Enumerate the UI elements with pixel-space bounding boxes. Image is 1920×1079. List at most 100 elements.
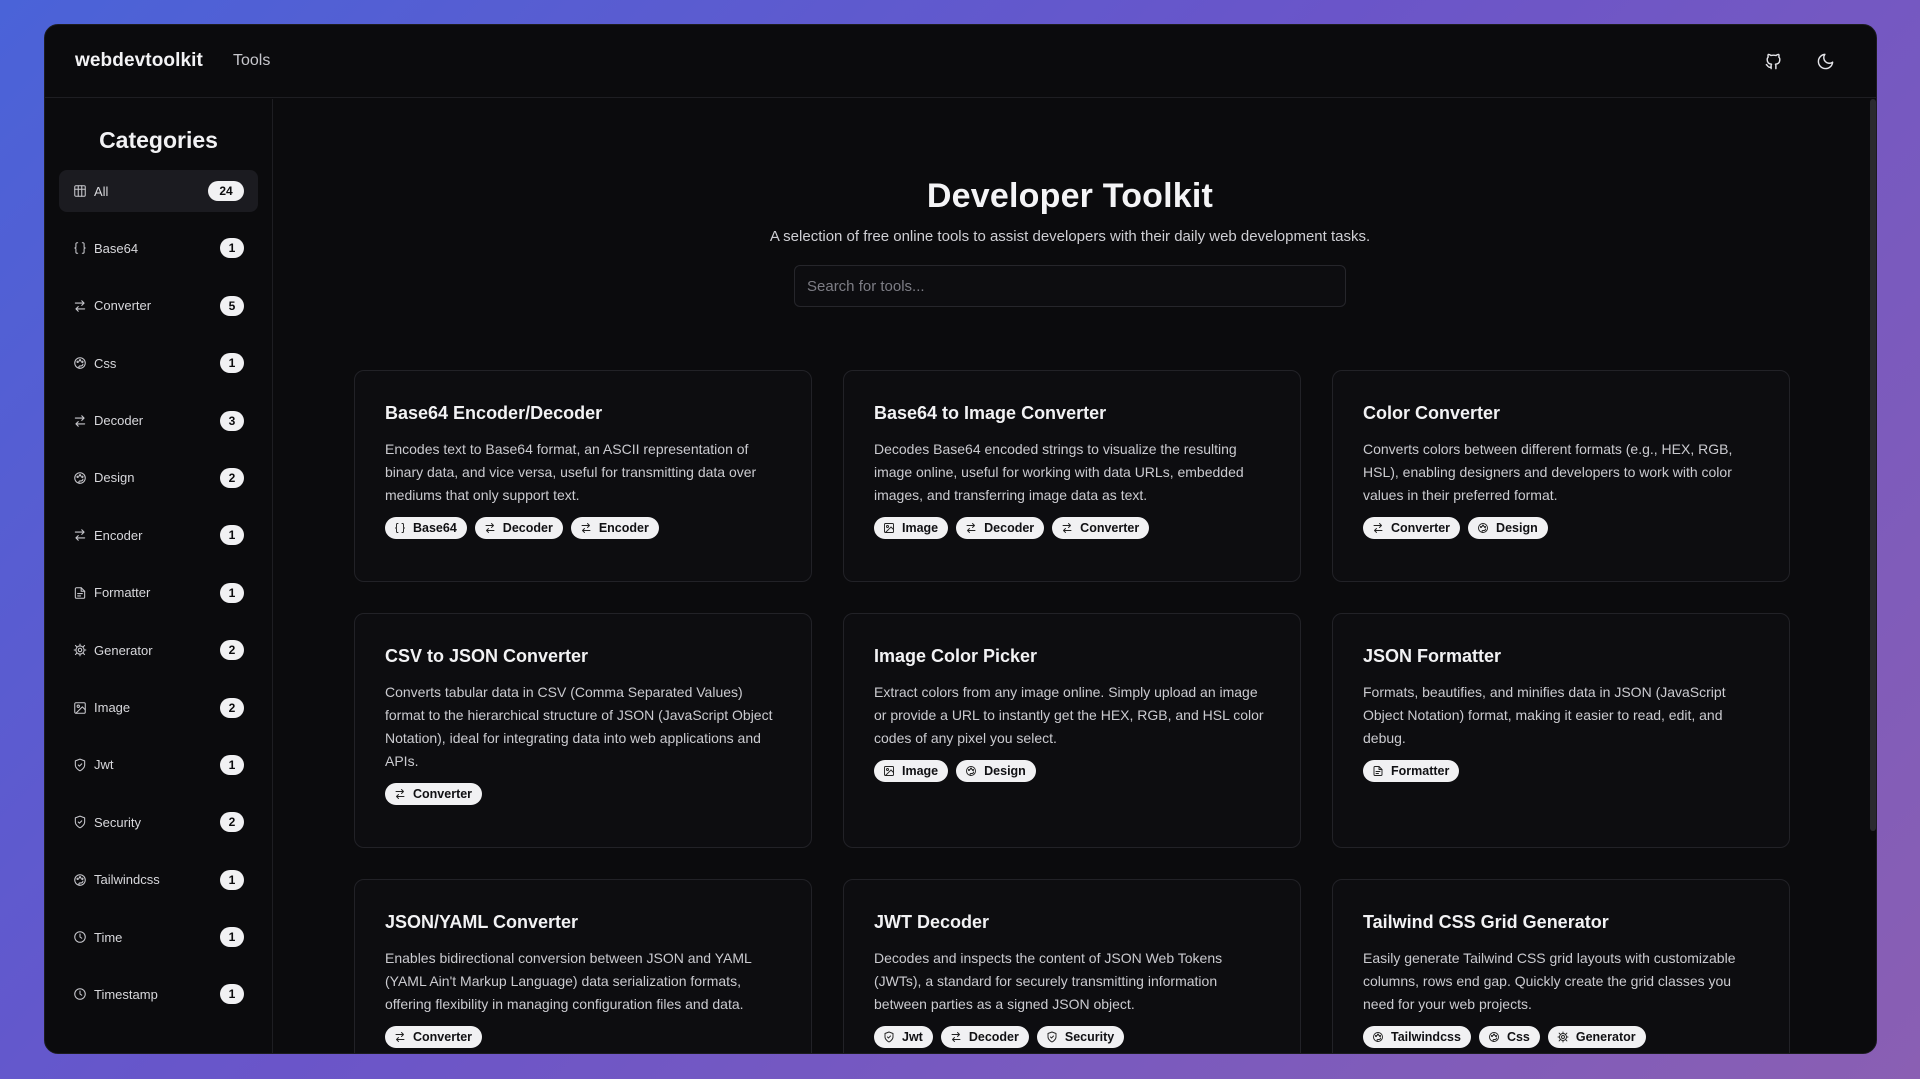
sidebar-item-time[interactable]: Time 1 — [59, 916, 258, 958]
sidebar-item-jwt[interactable]: Jwt 1 — [59, 744, 258, 786]
search-input[interactable] — [794, 265, 1346, 307]
sidebar-item-timestamp[interactable]: Timestamp 1 — [59, 973, 258, 1015]
category-count-badge: 1 — [220, 525, 244, 546]
tool-card-title[interactable]: JWT Decoder — [874, 912, 1270, 933]
category-count-badge: 1 — [220, 984, 244, 1005]
tool-card[interactable]: Image Color Picker Extract colors from an… — [843, 613, 1301, 848]
tag-decoder[interactable]: Decoder — [940, 1026, 1029, 1048]
page-subtitle: A selection of free online tools to assi… — [769, 228, 1371, 245]
tag-decoder[interactable]: Decoder — [474, 517, 563, 539]
scrollbar[interactable] — [1870, 99, 1876, 831]
tag-encoder[interactable]: Encoder — [570, 517, 659, 539]
clock-icon — [73, 987, 87, 1001]
tool-card-description: Decodes and inspects the content of JSON… — [874, 950, 1223, 1012]
tag-image[interactable]: Image — [874, 517, 949, 539]
tool-card[interactable]: JSON/YAML Converter Enables bidirectional… — [354, 879, 812, 1053]
tag-label: Tailwindcss — [1391, 1030, 1461, 1044]
tool-card-tags: Converter — [385, 1026, 781, 1048]
sidebar-item-base64[interactable]: Base64 1 — [59, 227, 258, 269]
sidebar-item-tailwindcss[interactable]: Tailwindcss 1 — [59, 859, 258, 901]
nav-tools-link[interactable]: Tools — [233, 52, 270, 70]
tag-design[interactable]: Design — [956, 760, 1036, 782]
tag-label: Css — [1506, 1030, 1530, 1044]
tool-card[interactable]: Color Converter Converts colors between d… — [1332, 370, 1790, 582]
tag-jwt[interactable]: Jwt — [874, 1026, 933, 1048]
app-window: webdevtoolkit Tools Categories All 24 Base… — [44, 24, 1877, 1054]
tag-design[interactable]: Design — [1468, 517, 1548, 539]
sidebar-item-all[interactable]: All 24 — [59, 170, 258, 212]
tag-base64[interactable]: Base64 — [385, 517, 467, 539]
category-count-badge: 1 — [220, 238, 244, 259]
sidebar-item-label: Design — [94, 470, 135, 486]
tool-card[interactable]: JSON Formatter Formats, beautifies, and m… — [1332, 613, 1790, 848]
tag-image[interactable]: Image — [874, 760, 949, 782]
github-icon[interactable] — [1762, 50, 1784, 72]
palette-icon — [965, 765, 984, 777]
tag-label: Base64 — [413, 521, 457, 535]
sidebar-item-converter[interactable]: Converter 5 — [59, 285, 258, 327]
category-count-badge: 24 — [208, 181, 244, 201]
shield-icon — [883, 1031, 902, 1043]
category-count-badge: 1 — [220, 869, 244, 890]
sidebar-item-label: Decoder — [94, 413, 144, 429]
tool-card[interactable]: Tailwind CSS Grid Generator Easily genera… — [1332, 879, 1790, 1053]
palette-icon — [73, 471, 87, 485]
tool-card-title[interactable]: Base64 to Image Converter — [874, 403, 1270, 424]
categories-sidebar: Categories All 24 Base64 1 Converter 5 Css 1 Dec… — [45, 99, 273, 1053]
tag-label: Encoder — [598, 521, 649, 535]
tool-card-title[interactable]: Image Color Picker — [874, 646, 1270, 667]
tool-card-description: Encodes text to Base64 format, an ASCII … — [385, 441, 757, 503]
tool-card[interactable]: Base64 Encoder/Decoder Encodes text to Ba… — [354, 370, 812, 582]
tag-label: Jwt — [902, 1030, 923, 1044]
sidebar-item-label: Security — [94, 814, 141, 830]
arrows-icon — [73, 299, 87, 313]
sidebar-item-decoder[interactable]: Decoder 3 — [59, 400, 258, 442]
tag-label: Formatter — [1391, 764, 1450, 778]
arrows-icon — [73, 414, 87, 428]
category-count-badge: 3 — [220, 410, 244, 431]
tag-label: Converter — [1080, 521, 1140, 535]
tag-security[interactable]: Security — [1036, 1026, 1125, 1048]
tag-converter[interactable]: Converter — [1363, 517, 1461, 539]
tool-card-tags: Formatter — [1363, 760, 1759, 782]
sidebar-item-label: Encoder — [94, 527, 143, 543]
sidebar-item-label: Formatter — [94, 585, 151, 601]
moon-icon[interactable] — [1814, 50, 1836, 72]
tag-converter[interactable]: Converter — [1052, 517, 1150, 539]
arrows-icon — [580, 522, 599, 534]
tool-card-title[interactable]: Tailwind CSS Grid Generator — [1363, 912, 1759, 933]
sidebar-item-label: Timestamp — [94, 986, 158, 1002]
sidebar-item-encoder[interactable]: Encoder 1 — [59, 514, 258, 556]
tag-formatter[interactable]: Formatter — [1363, 760, 1460, 782]
image-icon — [883, 765, 902, 777]
file-icon — [1372, 765, 1391, 777]
tool-card[interactable]: Base64 to Image Converter Decodes Base64 … — [843, 370, 1301, 582]
category-count-badge: 1 — [220, 353, 244, 374]
sidebar-item-generator[interactable]: Generator 2 — [59, 629, 258, 671]
category-count-badge: 2 — [220, 812, 244, 833]
brand-logo[interactable]: webdevtoolkit — [75, 50, 203, 72]
tool-card[interactable]: JWT Decoder Decodes and inspects the cont… — [843, 879, 1301, 1053]
sidebar-item-image[interactable]: Image 2 — [59, 687, 258, 729]
sidebar-item-label: Jwt — [94, 757, 114, 773]
category-count-badge: 2 — [220, 467, 244, 488]
tool-card-title[interactable]: JSON Formatter — [1363, 646, 1759, 667]
tag-generator[interactable]: Generator — [1547, 1026, 1646, 1048]
tag-converter[interactable]: Converter — [385, 783, 483, 805]
tool-card-title[interactable]: JSON/YAML Converter — [385, 912, 781, 933]
sidebar-item-css[interactable]: Css 1 — [59, 342, 258, 384]
tag-tailwindcss[interactable]: Tailwindcss — [1363, 1026, 1471, 1048]
sidebar-item-label: Time — [94, 929, 123, 945]
sidebar-item-design[interactable]: Design 2 — [59, 457, 258, 499]
tag-css[interactable]: Css — [1478, 1026, 1540, 1048]
tool-card-title[interactable]: CSV to JSON Converter — [385, 646, 781, 667]
tool-card[interactable]: CSV to JSON Converter Converts tabular da… — [354, 613, 812, 848]
tool-card-title[interactable]: Color Converter — [1363, 403, 1759, 424]
tag-decoder[interactable]: Decoder — [956, 517, 1045, 539]
tool-card-title[interactable]: Base64 Encoder/Decoder — [385, 403, 781, 424]
category-count-badge: 1 — [220, 927, 244, 948]
grid-icon — [73, 184, 87, 198]
sidebar-item-security[interactable]: Security 2 — [59, 801, 258, 843]
tag-converter[interactable]: Converter — [385, 1026, 483, 1048]
sidebar-item-formatter[interactable]: Formatter 1 — [59, 572, 258, 614]
